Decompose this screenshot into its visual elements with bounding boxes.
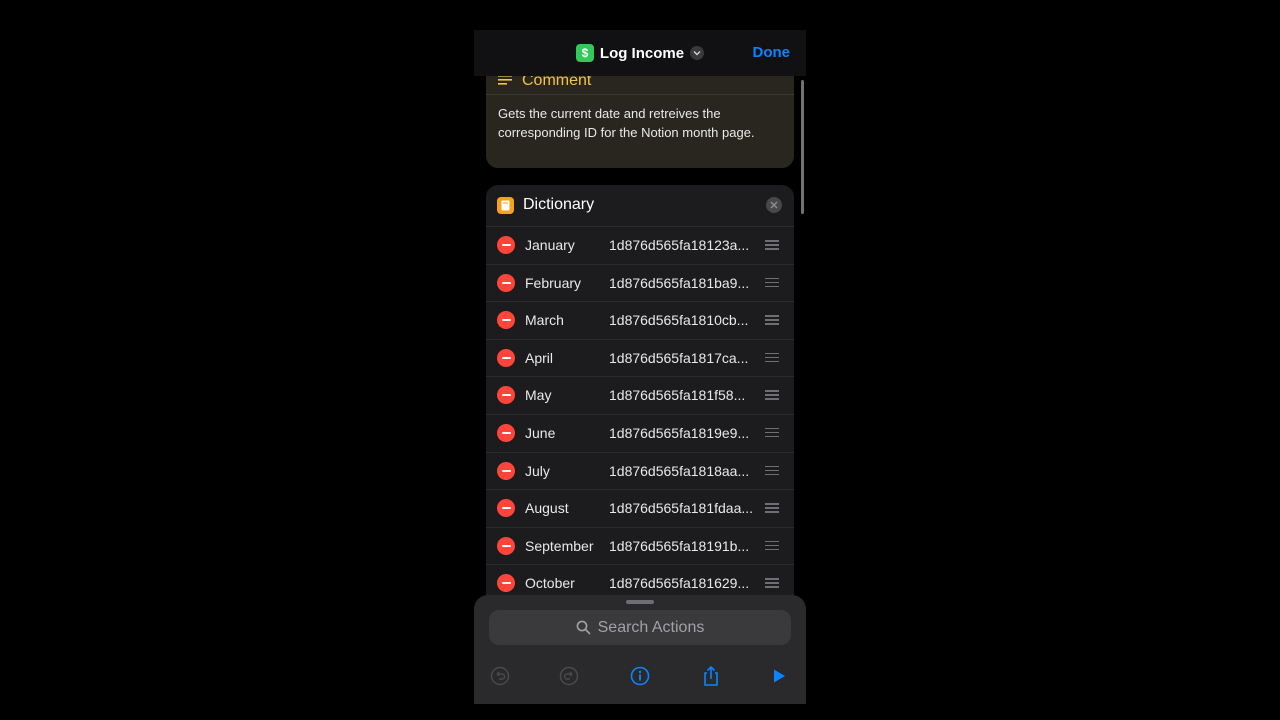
- reorder-handle-icon[interactable]: [765, 277, 779, 290]
- divider: [486, 94, 794, 95]
- remove-item-icon[interactable]: [497, 499, 515, 518]
- dictionary-row[interactable]: May 1d876d565fa181f58...: [486, 376, 794, 414]
- dictionary-key[interactable]: July: [525, 463, 550, 479]
- dictionary-value[interactable]: 1d876d565fa1819e9...: [609, 425, 761, 441]
- shortcut-title: Log Income: [599, 44, 685, 62]
- reorder-handle-icon[interactable]: [765, 315, 779, 327]
- dictionary-value[interactable]: 1d876d565fa1818aa...: [609, 463, 761, 479]
- dictionary-value[interactable]: 1d876d565fa181ba9...: [609, 275, 761, 291]
- remove-item-icon[interactable]: [497, 574, 515, 593]
- book-icon: [497, 196, 514, 214]
- scrollbar[interactable]: [801, 80, 804, 214]
- reorder-handle-icon[interactable]: [765, 503, 779, 515]
- comment-body-text[interactable]: Gets the current date and retreives the …: [498, 104, 778, 142]
- reorder-handle-icon[interactable]: [765, 240, 779, 252]
- dictionary-row[interactable]: September 1d876d565fa18191b...: [486, 526, 794, 565]
- reorder-handle-icon[interactable]: [765, 578, 779, 590]
- reorder-handle-icon[interactable]: [765, 352, 779, 365]
- navigation-bar: $ Log Income Done: [474, 30, 806, 76]
- chevron-down-icon: [690, 46, 705, 60]
- dictionary-close-icon[interactable]: [766, 197, 782, 213]
- remove-item-icon[interactable]: [497, 236, 515, 254]
- dictionary-value[interactable]: 1d876d565fa181fdaa...: [609, 500, 761, 516]
- reorder-handle-icon[interactable]: [765, 465, 779, 478]
- dictionary-value[interactable]: 1d876d565fa18191b...: [609, 538, 761, 554]
- dictionary-value[interactable]: 1d876d565fa1810cb...: [609, 312, 761, 328]
- info-icon[interactable]: [627, 663, 653, 689]
- editor-toolbar: [474, 663, 806, 691]
- search-actions-field[interactable]: Search Actions: [489, 610, 791, 645]
- dictionary-key[interactable]: October: [525, 575, 575, 591]
- dictionary-row[interactable]: March 1d876d565fa1810cb...: [486, 301, 794, 339]
- remove-item-icon[interactable]: [497, 461, 515, 480]
- dictionary-rows: January 1d876d565fa18123a... February 1d…: [486, 226, 794, 602]
- dictionary-key[interactable]: May: [525, 387, 551, 403]
- dictionary-row[interactable]: January 1d876d565fa18123a...: [486, 226, 794, 264]
- remove-item-icon[interactable]: [497, 386, 515, 405]
- dictionary-title: Dictionary: [523, 196, 595, 213]
- dictionary-value[interactable]: 1d876d565fa181629...: [609, 575, 761, 591]
- magnifier-icon: [576, 620, 590, 635]
- undo-icon[interactable]: [487, 663, 513, 689]
- remove-item-icon[interactable]: [497, 348, 515, 367]
- remove-item-icon[interactable]: [497, 311, 515, 330]
- comment-action-card[interactable]: Comment Gets the current date and retrei…: [486, 60, 794, 168]
- remove-item-icon[interactable]: [497, 273, 515, 292]
- dictionary-key[interactable]: February: [525, 275, 581, 291]
- dictionary-key[interactable]: September: [525, 538, 593, 554]
- reorder-handle-icon[interactable]: [765, 540, 779, 553]
- dictionary-key[interactable]: March: [525, 312, 564, 328]
- done-button[interactable]: Done: [753, 44, 791, 61]
- dictionary-row[interactable]: April 1d876d565fa1817ca...: [486, 338, 794, 377]
- dictionary-row[interactable]: February 1d876d565fa181ba9...: [486, 263, 794, 302]
- reorder-handle-icon[interactable]: [765, 390, 779, 402]
- dictionary-value[interactable]: 1d876d565fa181f58...: [609, 387, 761, 403]
- dictionary-key[interactable]: June: [525, 425, 555, 441]
- play-icon[interactable]: [766, 663, 792, 689]
- dictionary-row[interactable]: July 1d876d565fa1818aa...: [486, 451, 794, 490]
- share-icon[interactable]: [698, 663, 724, 689]
- dictionary-key[interactable]: January: [525, 237, 575, 253]
- shortcut-title-menu[interactable]: $ Log Income: [575, 44, 705, 62]
- dictionary-key[interactable]: August: [525, 500, 569, 516]
- phone-screen: Comment Gets the current date and retrei…: [474, 30, 806, 704]
- dollar-icon: $: [575, 44, 594, 62]
- dictionary-header: Dictionary: [486, 185, 794, 225]
- dictionary-row[interactable]: August 1d876d565fa181fdaa...: [486, 489, 794, 527]
- remove-item-icon[interactable]: [497, 423, 515, 442]
- search-placeholder: Search Actions: [597, 618, 705, 636]
- redo-icon[interactable]: [556, 663, 582, 689]
- remove-item-icon[interactable]: [497, 536, 515, 555]
- dictionary-value[interactable]: 1d876d565fa18123a...: [609, 237, 761, 253]
- dictionary-key[interactable]: April: [525, 350, 553, 366]
- dictionary-row[interactable]: June 1d876d565fa1819e9...: [486, 413, 794, 452]
- actions-bottom-sheet: Search Actions: [474, 595, 806, 704]
- dictionary-action-card[interactable]: Dictionary January 1d876d565fa18123a... …: [486, 185, 794, 625]
- sheet-grabber[interactable]: [626, 600, 654, 604]
- reorder-handle-icon[interactable]: [765, 427, 779, 440]
- dictionary-value[interactable]: 1d876d565fa1817ca...: [609, 350, 761, 366]
